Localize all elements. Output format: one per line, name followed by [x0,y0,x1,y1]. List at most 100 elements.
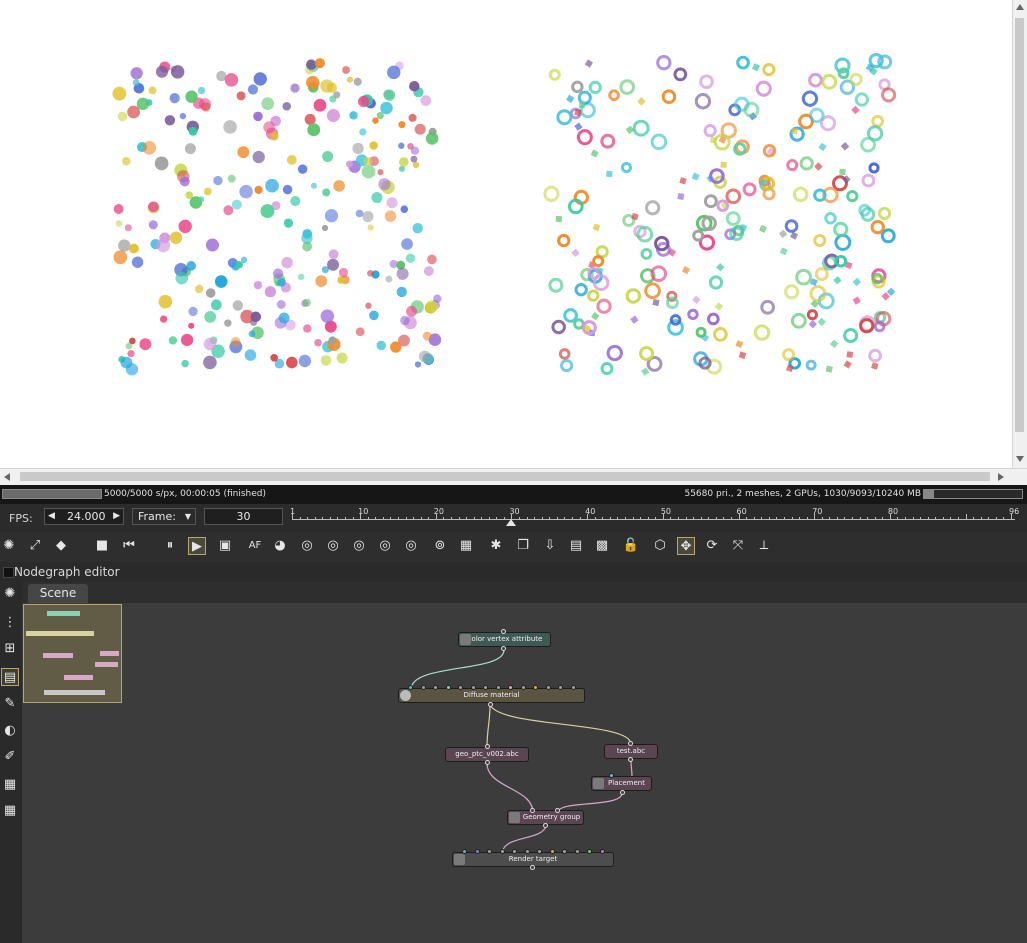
input-pin[interactable] [408,685,413,690]
increment-arrow-icon[interactable]: ▶ [113,509,120,524]
input-pin[interactable] [533,685,538,690]
input-pin[interactable] [433,685,438,690]
scroll-up-arrow-icon[interactable] [1016,4,1024,10]
playhead-marker[interactable] [506,519,517,526]
decrement-arrow-icon[interactable]: ◀ [48,509,55,524]
nodegraph-canvas[interactable]: Color vertex attribute Diffuse material … [22,603,1027,943]
af-icon[interactable]: AF [246,537,264,555]
input-pin[interactable] [562,849,567,854]
camera-2-icon[interactable]: ◎ [324,537,342,555]
zoom-icon[interactable]: ⊚ [431,537,449,555]
input-pin[interactable] [555,808,560,813]
node-diffuse-material[interactable]: Diffuse material [398,688,585,703]
input-pin[interactable] [599,849,605,854]
graph-select-icon[interactable]: ⊞ [1,640,19,658]
input-pin[interactable] [474,849,480,854]
input-pin[interactable] [549,849,555,854]
scroll-left-arrow-icon[interactable] [4,473,10,481]
play-icon[interactable]: ▶ [188,537,206,555]
camera-5-icon[interactable]: ◎ [402,537,420,555]
camera-3-icon[interactable]: ◎ [350,537,368,555]
scroll-right-arrow-icon[interactable] [998,473,1004,481]
nodegraph-title: Nodegraph editor [14,565,120,579]
input-pin[interactable] [530,808,535,813]
input-pin[interactable] [628,741,633,746]
input-pin[interactable] [495,685,501,690]
render-settings-icon[interactable]: ✺ [0,537,18,555]
output-pin[interactable] [543,823,548,828]
rotate-icon[interactable]: ⟳ [703,537,721,555]
input-pin[interactable] [470,685,476,690]
input-pin[interactable] [499,849,505,854]
camera-4-icon[interactable]: ◎ [376,537,394,555]
input-pin[interactable] [545,685,551,690]
pause-icon[interactable]: ⏸ [161,537,179,555]
camera-1-icon[interactable]: ◎ [298,537,316,555]
horizontal-scrollbar[interactable] [0,468,1027,485]
lock-icon[interactable]: 🔓 [622,537,640,555]
output-pin[interactable] [620,790,625,795]
input-pin[interactable] [512,849,517,854]
input-pin[interactable] [570,685,576,690]
stop-icon[interactable]: ■ [93,537,111,555]
scroll-down-arrow-icon[interactable] [1016,456,1024,462]
input-pin[interactable] [501,629,506,634]
timeline-ruler[interactable]: 1 10 20 30 40 50 60 70 80 96 [290,506,1019,530]
input-pin[interactable] [485,744,490,749]
copy-icon[interactable]: ❐ [514,537,532,555]
input-pin[interactable] [558,685,563,690]
input-pin[interactable] [508,685,513,690]
cube-icon[interactable]: ⬡ [651,537,669,555]
fullscreen-icon[interactable]: ⤧ [729,537,747,555]
output-pin[interactable] [485,760,490,765]
vertical-scrollbar[interactable] [1012,0,1027,468]
frame-input[interactable]: 30 [204,508,283,525]
layers-icon[interactable]: ▤ [567,537,585,555]
grid-red-icon[interactable]: ▦ [1,776,19,794]
input-pin[interactable] [574,849,580,854]
graph-view-icon[interactable]: ▤ [1,668,19,686]
monitor-icon[interactable]: ▣ [216,537,234,555]
region-icon[interactable]: ▦ [457,537,475,555]
input-pin[interactable] [487,849,492,854]
node-color-vertex-attribute[interactable]: Color vertex attribute [458,632,551,647]
export-icon[interactable]: ⇩ [541,537,559,555]
color-wheel-icon[interactable]: ◕ [271,537,289,555]
input-pin[interactable] [537,849,542,854]
render-icon[interactable]: ✺ [1,585,19,603]
tab-scene[interactable]: Scene [28,584,88,603]
grid-icon[interactable]: ▦ [1,802,19,820]
output-pin[interactable] [530,865,535,870]
input-pin[interactable] [462,849,467,854]
input-pin[interactable] [524,849,530,854]
input-pin[interactable] [445,685,451,690]
color-cube-icon[interactable]: ◆ [52,537,70,555]
sphere-particle [338,267,349,278]
input-pin[interactable] [483,685,488,690]
input-pin[interactable] [587,849,592,854]
input-pin[interactable] [520,685,526,690]
input-pin[interactable] [458,685,463,690]
output-pin[interactable] [488,702,493,707]
render-viewport[interactable] [0,0,1012,468]
picker-icon[interactable]: ✱ [487,537,505,555]
move-icon[interactable]: ✥ [677,537,695,555]
horizontal-scroll-thumb[interactable] [20,472,990,481]
output-pin[interactable] [501,646,506,651]
material-icon[interactable]: ✎ [1,695,19,713]
input-pin[interactable] [609,773,614,778]
output-pin[interactable] [628,757,633,762]
paint-icon[interactable]: ✐ [1,748,19,766]
panel-menu-button[interactable] [3,567,14,578]
input-pin[interactable] [420,685,426,690]
axis-icon[interactable]: ⟂ [755,537,773,555]
fit-view-icon[interactable]: ⤢ [26,537,44,555]
fps-spinbox[interactable]: ◀ 24.000 ▶ [44,508,124,525]
graph-layout-icon[interactable]: ⋮ [1,614,19,632]
frame-dropdown[interactable]: Frame: ▼ [132,508,196,525]
vertical-scroll-thumb[interactable] [1015,18,1024,432]
checker-icon[interactable]: ▩ [593,537,611,555]
rewind-icon[interactable]: ⏮ [120,537,138,555]
sphere-icon[interactable]: ◐ [1,722,19,740]
node-placement[interactable]: Placement [591,776,652,791]
